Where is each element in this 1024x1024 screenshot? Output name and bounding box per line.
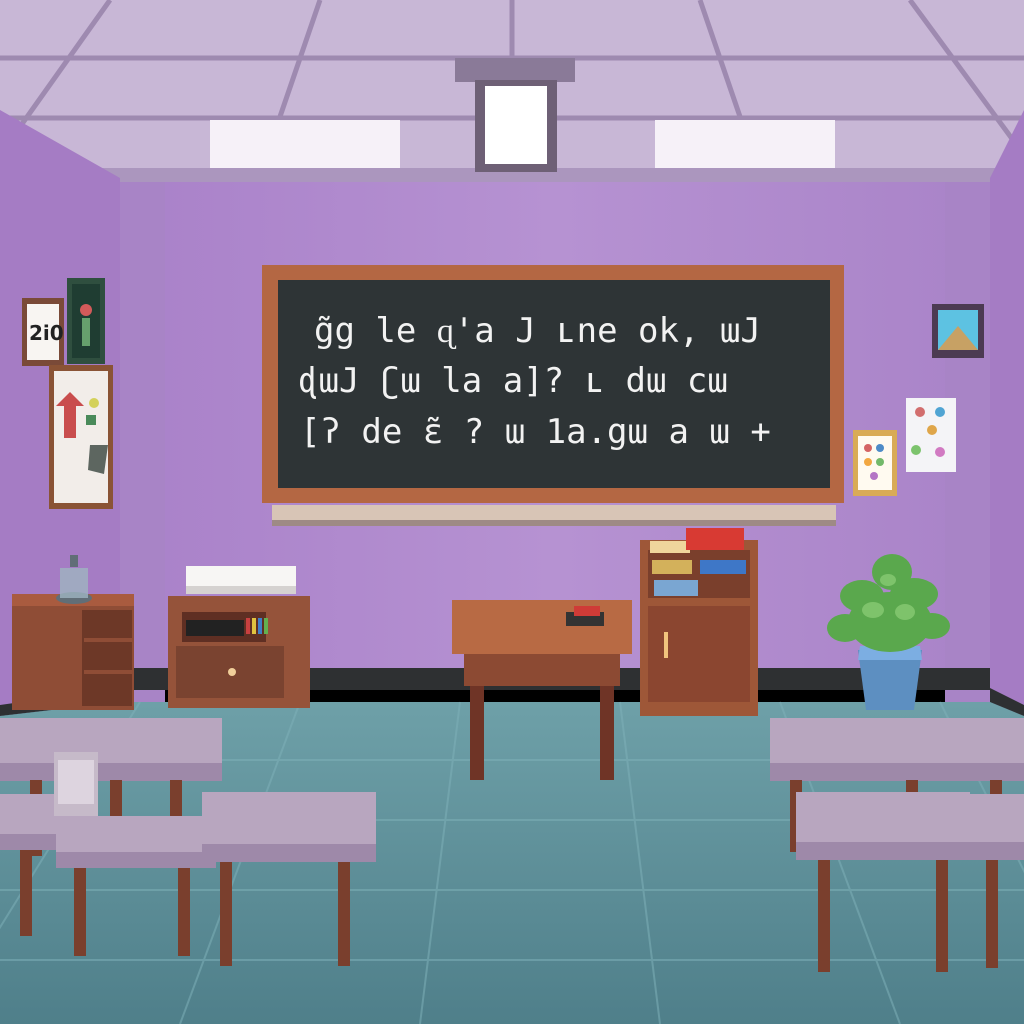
- printer-cabinet: [168, 566, 310, 708]
- classroom-scene: g̃g le ɋ'a J ʟne ok, ɯJ ɖɯJ ʗɯ la a]? ʟ …: [0, 0, 1024, 1024]
- chalkboard: g̃g le ɋ'a J ʟne ok, ɯJ ɖɯJ ʗɯ la a]? ʟ …: [262, 265, 844, 526]
- classroom-illustration: g̃g le ɋ'a J ʟne ok, ɯJ ɖɯJ ʗɯ la a]? ʟ …: [0, 0, 1024, 1024]
- chalkboard-line-1: g̃g le ɋ'a J ʟne ok, ɯJ: [314, 311, 761, 351]
- poster-number-text: 2i0: [29, 321, 64, 345]
- chalkboard-line-2: ɖɯJ ʗɯ la a]? ʟ dɯ cɯ: [298, 361, 728, 401]
- chalkboard-line-3: [ʔ de ɛ̃ ? ɯ 1a.gɯ a ɯ +: [300, 412, 771, 452]
- bookshelf: [640, 528, 758, 716]
